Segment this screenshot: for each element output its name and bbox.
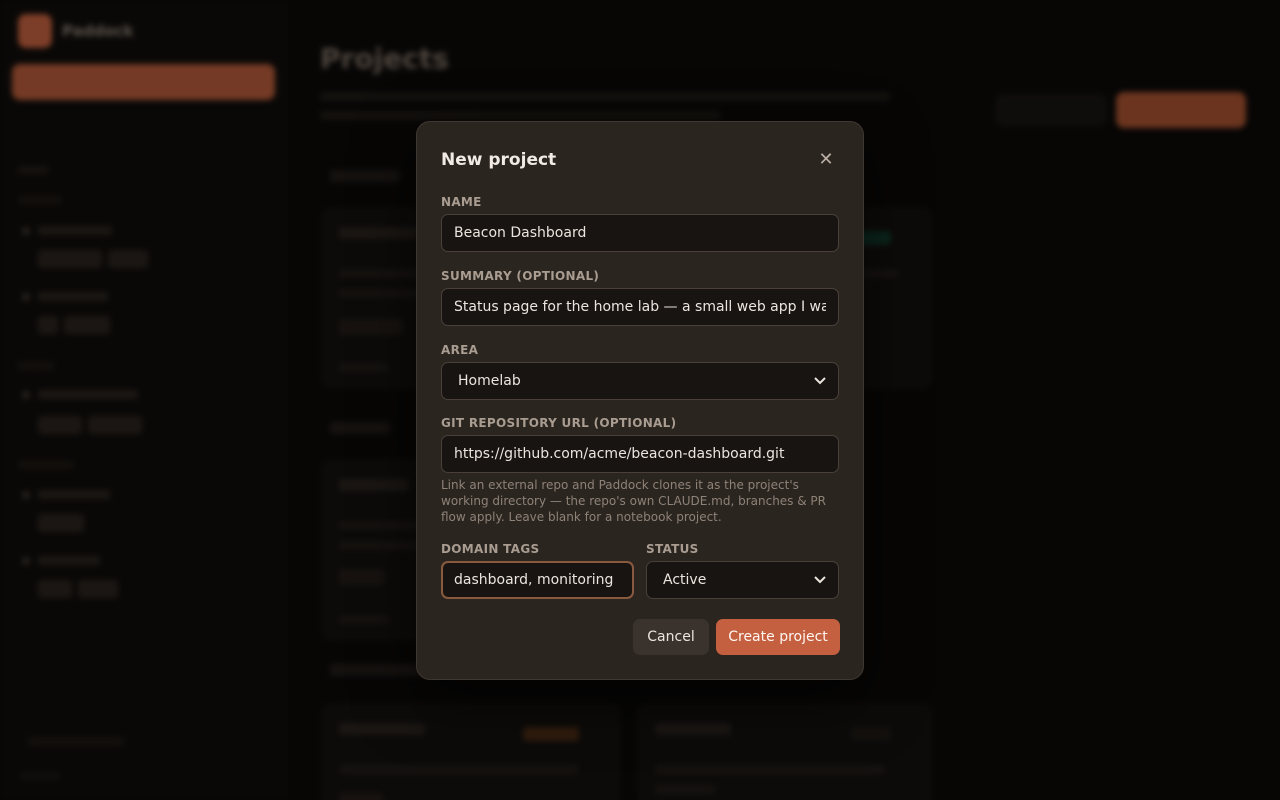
close-icon[interactable]: ✕: [815, 148, 837, 170]
name-input[interactable]: [441, 214, 839, 252]
app-root: Paddock Projects New project ✕ NAME Beac…: [0, 0, 1280, 800]
area-select[interactable]: Homelab: [441, 362, 839, 400]
status-select[interactable]: Active: [646, 561, 839, 599]
chevron-down-icon: [814, 574, 826, 587]
cancel-button[interactable]: Cancel: [633, 619, 709, 655]
domain-tags-label: DOMAIN TAGS: [441, 542, 540, 556]
git-url-help-text: Link an external repo and Paddock clones…: [441, 478, 826, 524]
git-url-label: GIT REPOSITORY URL (OPTIONAL): [441, 416, 677, 430]
create-project-button[interactable]: Create project: [716, 619, 840, 655]
new-project-dialog: New project ✕ NAME SUMMARY (OPTIONAL) AR…: [416, 121, 864, 680]
domain-tags-input[interactable]: [441, 561, 634, 599]
area-label: AREA: [441, 343, 479, 357]
chevron-down-icon: [814, 375, 826, 388]
name-label: NAME: [441, 195, 482, 209]
dialog-title: New project: [441, 150, 557, 170]
status-select-value: Active: [663, 572, 707, 588]
area-select-value: Homelab: [458, 373, 521, 389]
git-url-input[interactable]: [441, 435, 839, 473]
summary-label: SUMMARY (OPTIONAL): [441, 269, 600, 283]
summary-input[interactable]: [441, 288, 839, 326]
status-label: STATUS: [646, 542, 699, 556]
